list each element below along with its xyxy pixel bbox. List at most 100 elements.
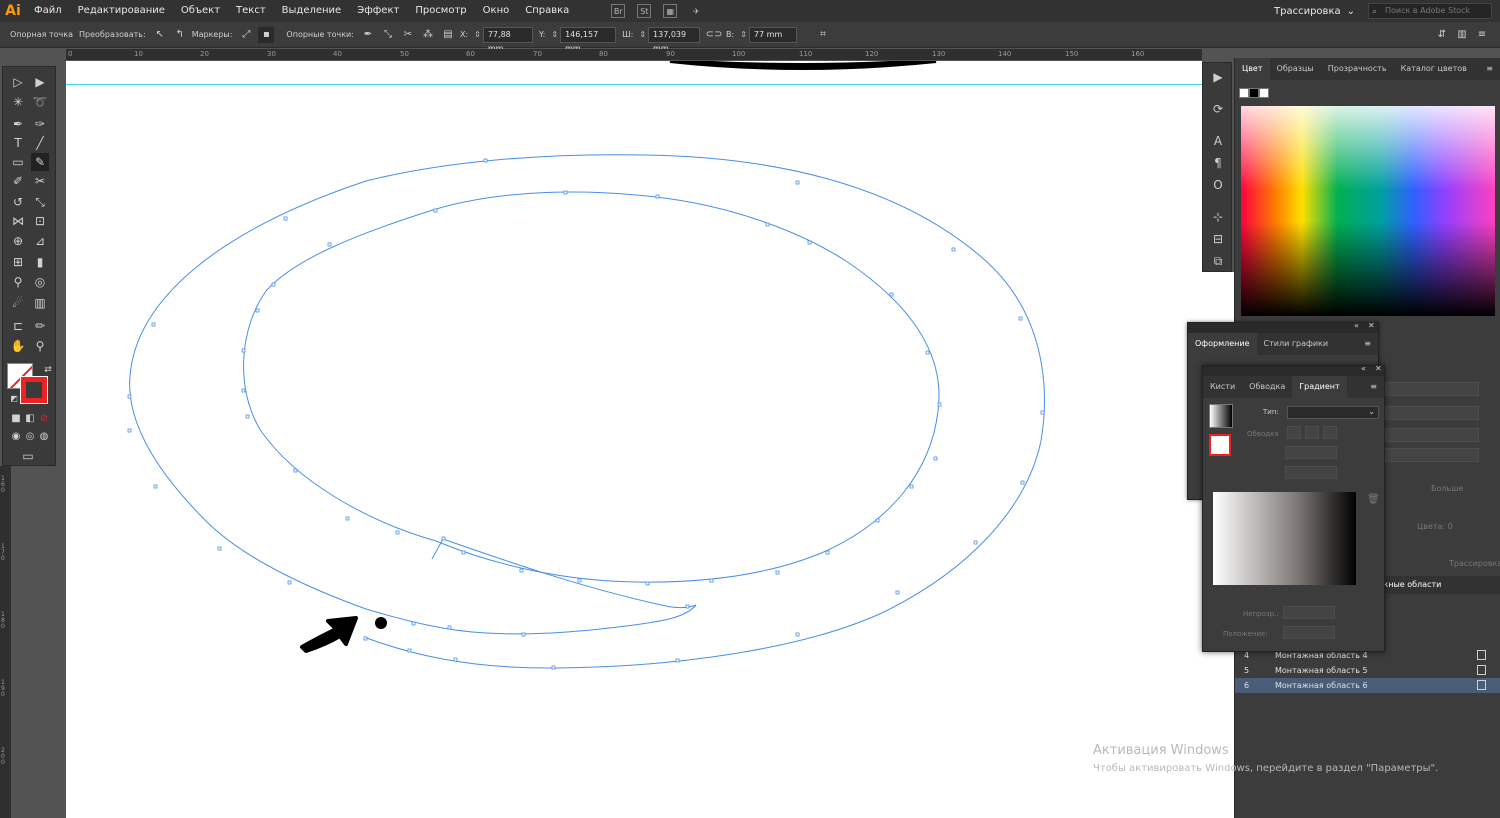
- swap-fill-stroke-icon[interactable]: ⇄: [39, 361, 57, 379]
- panel-drag-bar[interactable]: « ✕: [1188, 321, 1378, 333]
- zoom-tool-icon[interactable]: ⚲: [31, 337, 49, 355]
- close-icon[interactable]: ✕: [1368, 321, 1375, 330]
- black-swatch[interactable]: [1249, 88, 1259, 98]
- scale-tool-icon[interactable]: ⤡: [31, 193, 49, 211]
- rotate-tool-icon[interactable]: ↺: [9, 193, 27, 211]
- y-field[interactable]: 146,157 mm: [560, 26, 617, 53]
- symbol-sprayer-icon[interactable]: ☄: [9, 294, 27, 312]
- paragraph-icon[interactable]: ¶: [1210, 155, 1226, 171]
- magic-wand-icon[interactable]: ✳: [9, 93, 27, 111]
- draw-inside-icon[interactable]: ◍: [35, 427, 53, 445]
- w-field[interactable]: 137,039 mm: [648, 26, 701, 53]
- h-stepper-icon[interactable]: ⇕: [740, 30, 747, 39]
- x-field[interactable]: 77,88 mm: [482, 26, 533, 53]
- tab-color[interactable]: Цвет: [1235, 58, 1270, 80]
- lasso-icon[interactable]: ➰: [31, 93, 49, 111]
- column-graph-icon[interactable]: ▥: [31, 294, 49, 312]
- menu-file[interactable]: Файл: [26, 0, 70, 22]
- link-proportions-icon[interactable]: ⊂⊃: [706, 27, 723, 43]
- selection-tool-icon[interactable]: ▷: [9, 73, 27, 91]
- tab-appearance[interactable]: Оформление: [1188, 333, 1257, 355]
- color-spectrum[interactable]: [1241, 106, 1495, 316]
- arrange-icon[interactable]: ⇵: [1434, 27, 1450, 43]
- menu-type[interactable]: Текст: [228, 0, 274, 22]
- close-icon[interactable]: ✕: [1375, 364, 1382, 373]
- gradient-menu-icon[interactable]: ≡: [1363, 376, 1384, 398]
- artboard-row-selected[interactable]: 6 Монтажная область 6: [1235, 678, 1500, 693]
- cut-path-icon[interactable]: ✂: [400, 27, 416, 43]
- blend-tool-icon[interactable]: ◎: [31, 273, 49, 291]
- artwork[interactable]: [66, 61, 1202, 818]
- menu-help[interactable]: Справка: [517, 0, 577, 22]
- tab-stroke[interactable]: Обводка: [1242, 376, 1292, 398]
- x-stepper-icon[interactable]: ⇕: [474, 30, 481, 39]
- align-panel-icon[interactable]: ⊟: [1210, 231, 1226, 247]
- tab-brushes[interactable]: Кисти: [1203, 376, 1242, 398]
- default-colors-icon[interactable]: ◩: [5, 389, 23, 407]
- panel-toggle-icon[interactable]: ▥: [1454, 27, 1470, 43]
- h-field[interactable]: 77 mm: [748, 26, 797, 43]
- menu-object[interactable]: Объект: [173, 0, 228, 22]
- y-stepper-icon[interactable]: ⇕: [551, 30, 558, 39]
- none-swatch[interactable]: [1239, 88, 1249, 98]
- arrange-documents-icon[interactable]: ▦: [663, 4, 678, 18]
- width-tool-icon[interactable]: ⋈: [9, 212, 27, 230]
- character-icon[interactable]: A: [1210, 133, 1226, 149]
- scissors-icon[interactable]: ✂: [31, 172, 49, 190]
- transform-icon[interactable]: ⌗: [815, 27, 831, 43]
- transform-panel-icon[interactable]: ⟳: [1210, 101, 1226, 117]
- menu-window[interactable]: Окно: [475, 0, 518, 22]
- tab-gradient[interactable]: Градиент: [1292, 376, 1347, 398]
- control-menu-icon[interactable]: ≡: [1474, 27, 1490, 43]
- tab-graphic-styles[interactable]: Стили графики: [1257, 333, 1336, 355]
- artboard-options-icon[interactable]: [1477, 680, 1486, 690]
- artboard-options-icon[interactable]: [1477, 665, 1486, 675]
- gradient-tool-icon[interactable]: ▮: [31, 253, 49, 271]
- stock-search-input[interactable]: ⌕ Поиск в Adobe Stock: [1368, 3, 1492, 19]
- trash-icon[interactable]: 🗑: [1367, 494, 1380, 505]
- perspective-grid-icon[interactable]: ⊿: [31, 232, 49, 250]
- workspace-switcher[interactable]: Трассировка ⌄: [1274, 3, 1356, 19]
- isolate-icon[interactable]: ⁂: [420, 27, 436, 43]
- free-transform-icon[interactable]: ⊡: [31, 212, 49, 230]
- trace-button[interactable]: Трассировка: [1449, 559, 1500, 568]
- hide-handles-icon[interactable]: ▪: [258, 26, 275, 43]
- artboard-tool-icon[interactable]: ⊏: [9, 317, 27, 335]
- color-panel-menu-icon[interactable]: ≡: [1479, 58, 1500, 80]
- artboard-row[interactable]: 5 Монтажная область 5: [1235, 663, 1500, 678]
- pathfinder-icon[interactable]: ⧉: [1210, 253, 1226, 269]
- fill-stroke-indicator[interactable]: [1209, 434, 1231, 456]
- menu-select[interactable]: Выделение: [274, 0, 350, 22]
- screen-mode-icon[interactable]: ▭: [17, 447, 39, 465]
- collapse-icon[interactable]: «: [1361, 364, 1366, 373]
- mesh-tool-icon[interactable]: ⊞: [9, 253, 27, 271]
- bridge-icon[interactable]: Br: [611, 4, 626, 18]
- eyedropper-icon[interactable]: ⚲: [9, 273, 27, 291]
- panel-drag-bar[interactable]: « ✕: [1203, 364, 1384, 376]
- paintbrush-tool-icon[interactable]: ✎: [31, 153, 49, 171]
- stroke-swatch[interactable]: [20, 376, 48, 404]
- play-action-icon[interactable]: ▶: [1210, 69, 1226, 85]
- stock-icon[interactable]: St: [637, 4, 652, 18]
- type-tool-icon[interactable]: T: [9, 134, 27, 152]
- pen-tool-icon[interactable]: ✒: [9, 115, 27, 133]
- align-icon[interactable]: ▤: [440, 27, 456, 43]
- connect-anchor-icon[interactable]: ⤡: [380, 27, 396, 43]
- direct-selection-tool-icon[interactable]: ▶: [31, 73, 49, 91]
- gradient-slider-preview[interactable]: [1213, 492, 1356, 585]
- artboard-canvas[interactable]: [66, 61, 1202, 818]
- artboard-options-icon[interactable]: [1477, 650, 1486, 660]
- collapse-icon[interactable]: «: [1354, 321, 1359, 330]
- tab-transparency[interactable]: Прозрачность: [1321, 58, 1394, 80]
- line-tool-icon[interactable]: ╱: [31, 134, 49, 152]
- gradient-type-select[interactable]: ⌄: [1287, 406, 1379, 419]
- convert-smooth-icon[interactable]: ↰: [172, 27, 188, 43]
- menu-edit[interactable]: Редактирование: [70, 0, 173, 22]
- menu-view[interactable]: Просмотр: [407, 0, 474, 22]
- gpu-performance-icon[interactable]: ✈: [689, 4, 703, 18]
- tab-swatches[interactable]: Образцы: [1270, 58, 1321, 80]
- w-stepper-icon[interactable]: ⇕: [639, 30, 646, 39]
- transform-grid-icon[interactable]: ⊹: [1210, 209, 1226, 225]
- tab-color-guide[interactable]: Каталог цветов: [1394, 58, 1474, 80]
- slice-tool-icon[interactable]: ✏: [31, 317, 49, 335]
